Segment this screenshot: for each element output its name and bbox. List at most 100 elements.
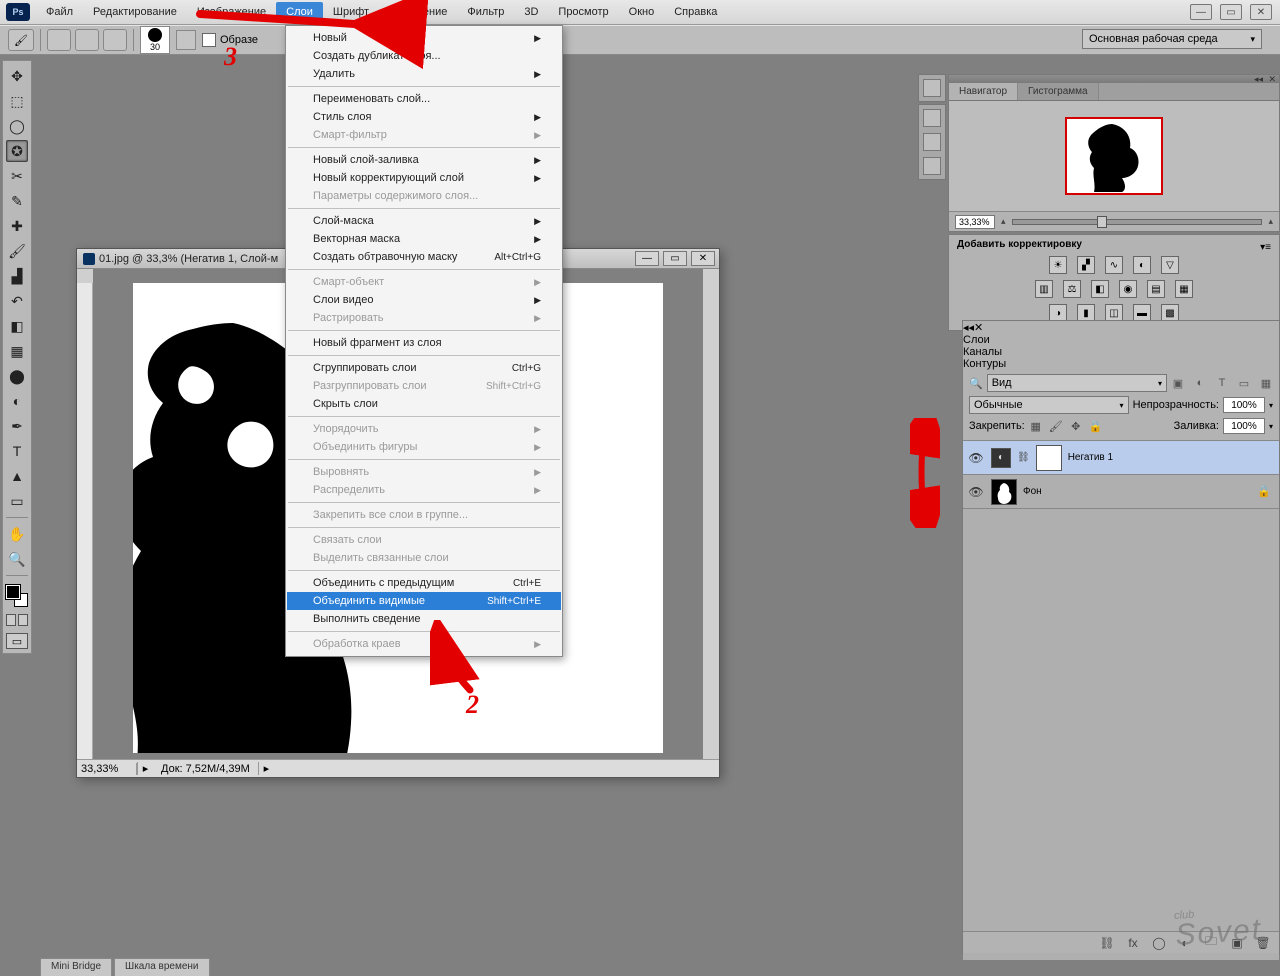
menu-item[interactable]: Новый фрагмент из слоя: [287, 334, 561, 352]
layer-row[interactable]: 👁 ◐ ⛓ Негатив 1: [963, 441, 1279, 475]
tab-channels[interactable]: Каналы: [963, 346, 1279, 358]
brush-preset-button[interactable]: [103, 29, 127, 51]
color-lookup-adjustment-icon[interactable]: ▦: [1175, 280, 1193, 298]
menu-item[interactable]: Новый▶: [287, 29, 561, 47]
layer-thumbnail[interactable]: [991, 479, 1017, 505]
document-info[interactable]: Док: 7,52M/4,39M: [153, 763, 258, 775]
collapse-icon[interactable]: ◂◂: [1254, 74, 1263, 85]
doc-maximize-button[interactable]: ▭: [663, 251, 687, 266]
zoom-tool[interactable]: 🔍: [6, 548, 28, 570]
vertical-ruler[interactable]: [77, 283, 93, 759]
brush-panel-toggle[interactable]: [176, 30, 196, 50]
quick-selection-tool[interactable]: ✪: [6, 140, 28, 162]
hand-tool[interactable]: ✋: [6, 523, 28, 545]
photo-filter-adjustment-icon[interactable]: ◉: [1119, 280, 1137, 298]
menu-item-окно[interactable]: Окно: [619, 2, 665, 22]
close-button[interactable]: ✕: [1250, 4, 1272, 20]
screen-mode-button[interactable]: ▭: [6, 633, 28, 649]
menu-item-слои[interactable]: Слои: [276, 2, 323, 22]
blur-tool[interactable]: ⬤: [6, 365, 28, 387]
quick-mask-toggle[interactable]: [6, 614, 28, 626]
foreground-color-swatch[interactable]: [6, 585, 20, 599]
menu-item-просмотр[interactable]: Просмотр: [548, 2, 618, 22]
menu-item[interactable]: Объединить с предыдущимCtrl+E: [287, 574, 561, 592]
menu-item[interactable]: Новый слой-заливка▶: [287, 151, 561, 169]
blend-mode-select[interactable]: Обычные▾: [969, 396, 1129, 414]
marquee-tool[interactable]: ⬚: [6, 90, 28, 112]
fill-input[interactable]: 100%: [1223, 418, 1265, 434]
layer-row[interactable]: 👁 Фон 🔒: [963, 475, 1279, 509]
chevron-down-icon[interactable]: ▾: [1269, 422, 1273, 431]
filter-type-icon[interactable]: T: [1215, 376, 1229, 390]
collapsed-panel-icon[interactable]: [923, 133, 941, 151]
brush-preset-button[interactable]: [75, 29, 99, 51]
opacity-input[interactable]: 100%: [1223, 397, 1265, 413]
menu-item[interactable]: Векторная маска▶: [287, 230, 561, 248]
tab-mini-bridge[interactable]: Mini Bridge: [40, 958, 112, 976]
doc-minimize-button[interactable]: —: [635, 251, 659, 266]
status-arrow[interactable]: ▸: [137, 762, 153, 775]
channel-mixer-adjustment-icon[interactable]: ▤: [1147, 280, 1165, 298]
lock-transparency-icon[interactable]: ▦: [1029, 419, 1043, 433]
tool-preset-picker[interactable]: 🖌: [8, 29, 34, 51]
workspace-selector[interactable]: Основная рабочая среда ▾: [1082, 29, 1262, 49]
menu-item-выделение[interactable]: Выделение: [379, 2, 457, 22]
menu-item-фильтр[interactable]: Фильтр: [457, 2, 514, 22]
collapsed-panel-icon[interactable]: [923, 79, 941, 97]
layer-visibility-icon[interactable]: 👁: [967, 485, 985, 499]
layer-filter-select[interactable]: Вид▾: [987, 374, 1167, 392]
lock-position-icon[interactable]: ✥: [1069, 419, 1083, 433]
doc-close-button[interactable]: ✕: [691, 251, 715, 266]
link-layers-icon[interactable]: ⛓: [1099, 935, 1115, 951]
eyedropper-tool[interactable]: ✎: [6, 190, 28, 212]
filter-smart-icon[interactable]: ▦: [1259, 376, 1273, 390]
tab-timeline[interactable]: Шкала времени: [114, 958, 209, 976]
curves-adjustment-icon[interactable]: ∿: [1105, 256, 1123, 274]
menu-item[interactable]: Создать обтравочную маскуAlt+Ctrl+G: [287, 248, 561, 266]
levels-adjustment-icon[interactable]: ▞: [1077, 256, 1095, 274]
layer-name[interactable]: Негатив 1: [1068, 452, 1113, 463]
brush-tool[interactable]: 🖌: [6, 240, 28, 262]
path-selection-tool[interactable]: ▲: [6, 465, 28, 487]
lock-image-icon[interactable]: 🖌: [1049, 419, 1063, 433]
menu-item[interactable]: Скрыть слои: [287, 395, 561, 413]
menu-item[interactable]: Сгруппировать слоиCtrl+G: [287, 359, 561, 377]
tab-navigator[interactable]: Навигатор: [949, 83, 1018, 100]
minimize-button[interactable]: —: [1190, 4, 1212, 20]
layer-mask-thumb[interactable]: [1036, 445, 1062, 471]
collapse-icon[interactable]: ◂◂: [963, 322, 974, 334]
panel-menu-icon[interactable]: ▾≡: [1260, 242, 1271, 253]
slider-knob[interactable]: [1097, 216, 1107, 228]
color-balance-adjustment-icon[interactable]: ⚖: [1063, 280, 1081, 298]
menu-item-справка[interactable]: Справка: [664, 2, 727, 22]
menu-item[interactable]: Удалить▶: [287, 65, 561, 83]
navigator-zoom-slider[interactable]: [1012, 219, 1263, 225]
sample-checkbox[interactable]: [202, 33, 216, 47]
menu-item-3d[interactable]: 3D: [514, 2, 548, 22]
tab-layers[interactable]: Слои: [963, 334, 1279, 346]
maximize-button[interactable]: ▭: [1220, 4, 1242, 20]
zoom-field[interactable]: 33,33%: [77, 763, 137, 775]
collapsed-panel-icon[interactable]: [923, 157, 941, 175]
search-icon[interactable]: 🔍: [969, 377, 983, 390]
menu-item[interactable]: Объединить видимыеShift+Ctrl+E: [287, 592, 561, 610]
filter-adjustment-icon[interactable]: ◐: [1193, 376, 1207, 390]
brush-size-picker[interactable]: 30: [140, 26, 170, 54]
brush-preset-button[interactable]: [47, 29, 71, 51]
lock-all-icon[interactable]: 🔒: [1089, 419, 1103, 433]
close-icon[interactable]: ✕: [1268, 74, 1276, 85]
tab-paths[interactable]: Контуры: [963, 358, 1279, 370]
crop-tool[interactable]: ✂: [6, 165, 28, 187]
clone-stamp-tool[interactable]: ▟: [6, 265, 28, 287]
menu-item-изображение[interactable]: Изображение: [187, 2, 276, 22]
zoom-in-icon[interactable]: ▴: [1268, 216, 1273, 227]
filter-shape-icon[interactable]: ▭: [1237, 376, 1251, 390]
status-arrow[interactable]: ▸: [258, 762, 274, 775]
layer-name[interactable]: Фон: [1023, 486, 1042, 497]
close-icon[interactable]: ✕: [974, 322, 983, 334]
pen-tool[interactable]: ✒: [6, 415, 28, 437]
spot-healing-tool[interactable]: ✚: [6, 215, 28, 237]
menu-item[interactable]: Новый корректирующий слой▶: [287, 169, 561, 187]
menu-item-редактирование[interactable]: Редактирование: [83, 2, 187, 22]
menu-item-файл[interactable]: Файл: [36, 2, 83, 22]
